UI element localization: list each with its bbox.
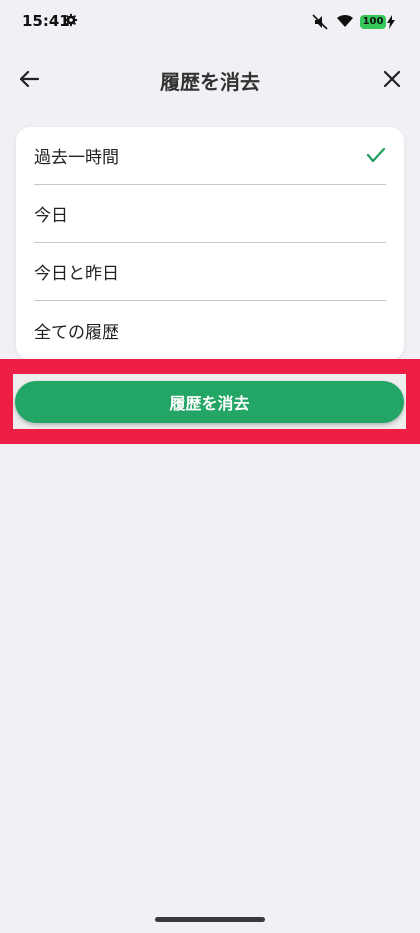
nav-bar: 履歴を消去 [0,56,420,104]
checkmark-icon [366,147,386,163]
home-indicator[interactable] [155,917,265,922]
option-label: 今日と昨日 [34,264,119,284]
option-label: 全ての履歴 [34,322,119,343]
page-title: 履歴を消去 [160,70,260,94]
option-all-history[interactable]: 全ての履歴 [34,301,386,359]
screen: 15:41 100 履歴を消去 過去一時間 今日 今日と昨日 全ての履歴 履歴を… [0,0,420,933]
option-today-yesterday[interactable]: 今日と昨日 [34,243,386,301]
battery-level: 100 [360,14,386,29]
gear-icon [64,13,78,27]
close-icon[interactable] [381,68,403,90]
option-past-hour[interactable]: 過去一時間 [34,127,386,185]
range-options-card: 過去一時間 今日 今日と昨日 全ての履歴 [16,127,404,360]
wifi-icon [337,14,353,27]
battery-icon: 100 [360,14,395,29]
option-today[interactable]: 今日 [34,185,386,243]
status-bar: 15:41 100 [0,0,420,44]
status-time: 15:41 [22,12,70,30]
charging-bolt-icon [387,14,395,29]
clear-history-button[interactable]: 履歴を消去 [15,381,404,423]
mute-icon [312,14,328,30]
option-label: 過去一時間 [34,148,119,168]
option-label: 今日 [34,206,68,226]
